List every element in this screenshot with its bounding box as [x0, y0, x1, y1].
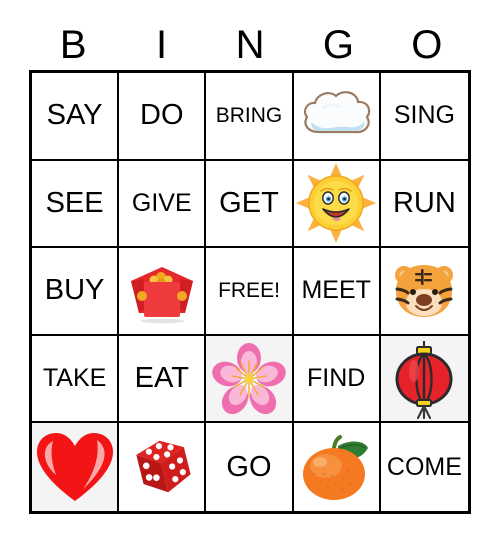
- bingo-cell-buy[interactable]: BUY: [32, 248, 120, 336]
- bingo-cell-say[interactable]: SAY: [32, 73, 120, 161]
- cherry-blossom-icon: [206, 336, 291, 422]
- red-lantern-icon: [381, 336, 468, 422]
- bingo-cell-heart[interactable]: [32, 423, 120, 511]
- bingo-cell-label: DO: [140, 99, 184, 132]
- bingo-cell-label: SING: [393, 101, 455, 130]
- bingo-cell-red-lantern[interactable]: [380, 335, 468, 424]
- bingo-cell-red-envelope[interactable]: [119, 248, 207, 336]
- bingo-grid: SAY DO BRING SING SEE GIVE GET RUN BUY F…: [29, 70, 471, 514]
- bingo-cell-label: SAY: [46, 99, 103, 132]
- bingo-cell-label: BRING: [215, 104, 283, 128]
- header-letter-o: O: [411, 23, 443, 67]
- bingo-cell-get[interactable]: GET: [206, 160, 294, 249]
- bingo-cell-see[interactable]: SEE: [32, 160, 120, 249]
- bingo-cell-run[interactable]: RUN: [380, 160, 468, 249]
- bingo-cell-label: MEET: [301, 276, 371, 305]
- bingo-cell-label: TAKE: [42, 364, 107, 393]
- cloud-icon: [294, 73, 379, 159]
- bingo-cell-label: SEE: [45, 186, 104, 219]
- header-letter-i: I: [156, 23, 168, 67]
- bingo-cell-find[interactable]: FIND: [293, 335, 381, 424]
- bingo-header-row: B I N G O: [29, 22, 471, 68]
- bingo-cell-dice[interactable]: [119, 423, 207, 511]
- dice-icon: [119, 423, 204, 511]
- bingo-cell-label: GIVE: [131, 188, 192, 217]
- bingo-cell-give[interactable]: GIVE: [119, 160, 207, 249]
- bingo-cell-bring[interactable]: BRING: [206, 73, 294, 161]
- bingo-cell-label: RUN: [392, 186, 456, 219]
- bingo-card: B I N G O SAY DO BRING SING SEE GIVE GET: [0, 0, 501, 544]
- bingo-cell-go[interactable]: GO: [206, 423, 294, 511]
- bingo-cell-label: GET: [219, 186, 279, 219]
- tiger-face-icon: [381, 248, 468, 334]
- bingo-cell-eat[interactable]: EAT: [119, 335, 207, 424]
- bingo-cell-label: COME: [386, 452, 462, 481]
- bingo-cell-label: FREE!: [218, 279, 280, 303]
- bingo-cell-take[interactable]: TAKE: [32, 335, 120, 424]
- heart-icon: [32, 423, 117, 511]
- bingo-cell-label: EAT: [134, 362, 189, 395]
- bingo-cell-cloud[interactable]: [293, 73, 381, 161]
- tangerine-icon: [294, 423, 379, 511]
- smiling-sun-icon: [294, 161, 379, 247]
- bingo-cell-free-space[interactable]: FREE!: [206, 248, 294, 336]
- bingo-cell-tangerine[interactable]: [293, 423, 381, 511]
- bingo-cell-tiger-face[interactable]: [380, 248, 468, 336]
- bingo-cell-sing[interactable]: SING: [380, 73, 468, 161]
- bingo-cell-meet[interactable]: MEET: [293, 248, 381, 336]
- bingo-cell-come[interactable]: COME: [380, 423, 468, 511]
- bingo-cell-cherry-blossom[interactable]: [206, 335, 294, 424]
- bingo-cell-smiling-sun[interactable]: [293, 160, 381, 249]
- bingo-cell-label: GO: [226, 450, 272, 483]
- header-letter-g: G: [322, 23, 354, 67]
- bingo-cell-do[interactable]: DO: [119, 73, 207, 161]
- bingo-cell-label: FIND: [307, 364, 366, 393]
- red-envelope-icon: [119, 248, 204, 334]
- bingo-cell-label: BUY: [44, 274, 105, 307]
- header-letter-b: B: [59, 23, 87, 67]
- header-letter-n: N: [235, 23, 265, 67]
